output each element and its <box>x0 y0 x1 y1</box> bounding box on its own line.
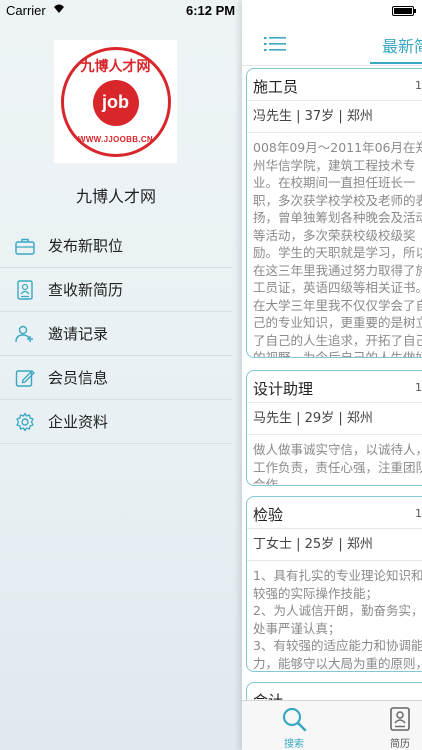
logo-seal: 九博人才网 job WWW.JJOOBB.CN <box>60 46 171 157</box>
card-header: 设计助理 17 <box>247 371 422 403</box>
logo-center-text: job <box>92 79 139 126</box>
menu-item-label: 会员信息 <box>48 369 109 387</box>
wifi-icon <box>52 2 66 17</box>
nav-bar: 最新简历 <box>242 22 422 66</box>
menu-list: 发布新职位 查收新简历 邀请记录 会员信息 企业资料 <box>0 224 232 444</box>
carrier-label: Carrier <box>6 3 46 18</box>
side-menu: 九博人才网 job WWW.JJOOBB.CN 九博人才网 发布新职位 查收新简… <box>0 0 242 750</box>
menu-item-label: 发布新职位 <box>48 237 124 255</box>
list-menu-icon[interactable] <box>264 36 286 52</box>
job-title: 检验 <box>253 506 284 524</box>
applicant-summary: 008年09月～2011年06月在郑州华信学院，建筑工程技术专业。在校期间一直担… <box>253 140 422 358</box>
tab-resume[interactable]: 简历 <box>370 705 422 750</box>
tab-label: 简历 <box>390 739 410 750</box>
applicant-summary: 1、具有扎实的专业理论知识和较强的实际操作技能； 2、为人诚信开朗，勤奋务实，处… <box>253 568 422 671</box>
add-user-icon <box>14 323 36 345</box>
menu-item-company-profile[interactable]: 企业资料 <box>0 400 232 444</box>
job-title: 施工员 <box>253 78 299 96</box>
applicant-meta: 丁女士 | 25岁 | 郑州 <box>247 529 422 561</box>
site-name: 九博人才网 <box>75 187 156 206</box>
resume-card[interactable]: 设计助理 17 马先生 | 29岁 | 郑州 做人做事诚实守信，以诚待人，工作负… <box>246 370 422 486</box>
card-date: 17 <box>415 507 422 520</box>
battery-icon <box>392 6 416 16</box>
job-title: 设计助理 <box>253 380 314 398</box>
menu-item-label: 邀请记录 <box>48 325 109 343</box>
resume-icon <box>14 279 36 301</box>
tab-bar: 搜索 简历 <box>242 700 422 750</box>
edit-icon <box>14 367 36 389</box>
card-date: 17 <box>415 381 422 394</box>
search-icon <box>264 705 324 733</box>
logo-bottom-text: WWW.JJOOBB.CN <box>77 134 153 144</box>
menu-item-label: 查收新简历 <box>48 281 124 299</box>
applicant-meta: 冯先生 | 37岁 | 郑州 <box>247 101 422 133</box>
menu-item-invitations[interactable]: 邀请记录 <box>0 312 232 356</box>
menu-item-new-resumes[interactable]: 查收新简历 <box>0 268 232 312</box>
company-logo: 九博人才网 job WWW.JJOOBB.CN <box>54 40 177 163</box>
page-title: 最新简历 <box>382 37 422 56</box>
menu-item-label: 企业资料 <box>48 413 109 431</box>
tab-label: 搜索 <box>284 739 304 750</box>
logo-top-text: 九博人才网 <box>80 58 151 75</box>
card-header: 施工员 17 <box>247 69 422 101</box>
applicant-summary: 做人做事诚实守信，以诚待人，工作负责，责任心强，注重团队合作。 <box>253 442 422 486</box>
resume-panel: 最新简历 施工员 17 冯先生 | 37岁 | 郑州 008年09月～2011年… <box>242 0 422 750</box>
status-bar: Carrier 6:12 PM <box>0 0 422 22</box>
gear-icon <box>14 411 36 433</box>
applicant-meta: 马先生 | 29岁 | 郑州 <box>247 403 422 435</box>
menu-item-member-info[interactable]: 会员信息 <box>0 356 232 400</box>
tab-search[interactable]: 搜索 <box>264 705 324 750</box>
resume-card[interactable]: 施工员 17 冯先生 | 37岁 | 郑州 008年09月～2011年06月在郑… <box>246 68 422 358</box>
card-date: 17 <box>415 79 422 92</box>
card-header: 检验 17 <box>247 497 422 529</box>
clock: 6:12 PM <box>186 3 236 18</box>
menu-item-post-job[interactable]: 发布新职位 <box>0 224 232 268</box>
title-underline <box>370 62 422 64</box>
resume-card[interactable]: 检验 17 丁女士 | 25岁 | 郑州 1、具有扎实的专业理论知识和较强的实际… <box>246 496 422 672</box>
resume-icon <box>370 705 422 733</box>
briefcase-icon <box>14 235 36 257</box>
